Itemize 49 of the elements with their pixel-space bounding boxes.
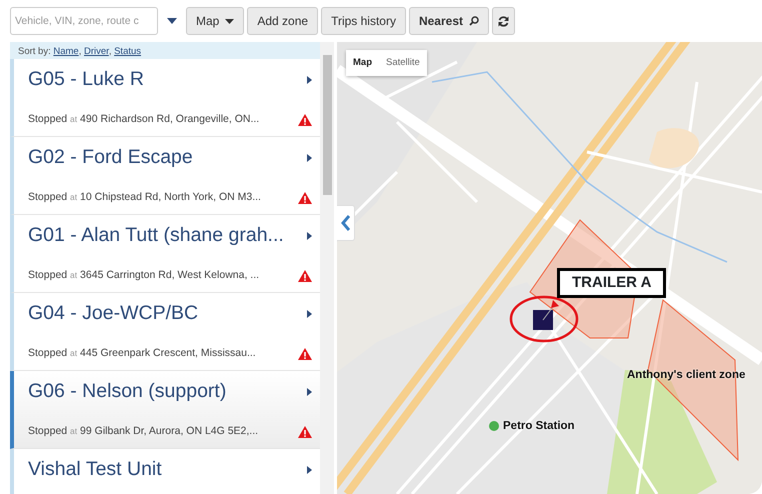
- vehicle-name: G04 - Joe-WCP/BC: [28, 301, 198, 326]
- expand-arrow-icon: [307, 154, 312, 162]
- vehicle-list-item[interactable]: Vishal Test Unit: [10, 449, 320, 494]
- chevron-left-icon: [341, 215, 350, 231]
- map-type-tab[interactable]: Satellite: [379, 50, 427, 76]
- vehicle-status: Stopped at 445 Greenpark Crescent, Mississau...: [28, 346, 256, 362]
- zone-label: Anthony's client zone: [627, 368, 746, 383]
- expand-arrow-icon: [307, 388, 312, 396]
- vehicle-status: Stopped at 99 Gilbank Dr, Aurora, ON L4G 5E2,...: [28, 424, 258, 440]
- search-field[interactable]: Vehicle, VIN, zone, route c: [10, 7, 158, 35]
- vehicle-status: Stopped at 490 Richardson Rd, Orangeville, ON...: [28, 112, 260, 128]
- search-icon: [469, 16, 479, 26]
- expand-arrow-icon: [307, 232, 312, 240]
- vehicle-name: G06 - Nelson (support): [28, 379, 226, 404]
- sort-bar: Sort by: Name, Driver, Status: [10, 42, 320, 59]
- expand-arrow-icon: [307, 76, 312, 84]
- search-button[interactable]: Nearest: [408, 7, 489, 35]
- place-label: Petro Station: [503, 419, 575, 434]
- vehicle-name: G02 - Ford Escape: [28, 145, 193, 170]
- vehicle-list-item[interactable]: G06 - Nelson (support) Stopped at 99 Gilbank Dr, Aurora, ON L4G 5E2,...: [10, 371, 320, 449]
- expand-arrow-icon: [307, 466, 312, 474]
- toolbar-button[interactable]: Trips history: [321, 7, 406, 35]
- sort-link[interactable]: Driver: [84, 46, 109, 57]
- sort-link[interactable]: Name: [53, 46, 79, 57]
- refresh-icon: [498, 16, 509, 26]
- vehicle-list-item[interactable]: G05 - Luke R Stopped at 490 Richardson Rd, Orangeville, ON...: [10, 59, 320, 137]
- vehicle-list-item[interactable]: G01 - Alan Tutt (shane grah... Stopped at 3645 Carrington Rd, West Kelowna, ...: [10, 215, 320, 293]
- caret-icon: [167, 18, 177, 24]
- expand-arrow-icon: [307, 310, 312, 318]
- refresh-button[interactable]: [492, 7, 515, 35]
- place-marker[interactable]: [489, 421, 499, 431]
- highlight-circle: [510, 296, 578, 342]
- scrollbar-thumb[interactable]: [322, 55, 332, 195]
- vehicle-status: Stopped at 10 Chipstead Rd, North York, ON M3...: [28, 190, 261, 206]
- vehicle-name: Vishal Test Unit: [28, 457, 162, 482]
- collapse-panel-button[interactable]: [337, 205, 355, 241]
- vehicle-name: G05 - Luke R: [28, 67, 144, 92]
- vehicle-name: G01 - Alan Tutt (shane grah...: [28, 223, 284, 248]
- toolbar-button[interactable]: Add zone: [247, 7, 318, 35]
- vehicle-list-item[interactable]: G02 - Ford Escape Stopped at 10 Chipstead Rd, North York, ON M3...: [10, 137, 320, 215]
- vehicle-status: Stopped at 3645 Carrington Rd, West Kelowna, ...: [28, 268, 260, 284]
- sort-link[interactable]: Status: [114, 46, 142, 57]
- vehicle-label: TRAILER A: [557, 268, 666, 298]
- map-type-tab[interactable]: Map: [346, 50, 379, 76]
- map[interactable]: Map Satellite TRAILER A Anthony's client zone Petro Station: [337, 42, 762, 494]
- vehicle-list-item[interactable]: G04 - Joe-WCP/BC Stopped at 445 Greenpark Crescent, Mississau...: [10, 293, 320, 371]
- vehicle-marker[interactable]: [533, 300, 559, 330]
- caret-icon: [225, 18, 234, 24]
- dropdown-button[interactable]: Map: [186, 7, 244, 35]
